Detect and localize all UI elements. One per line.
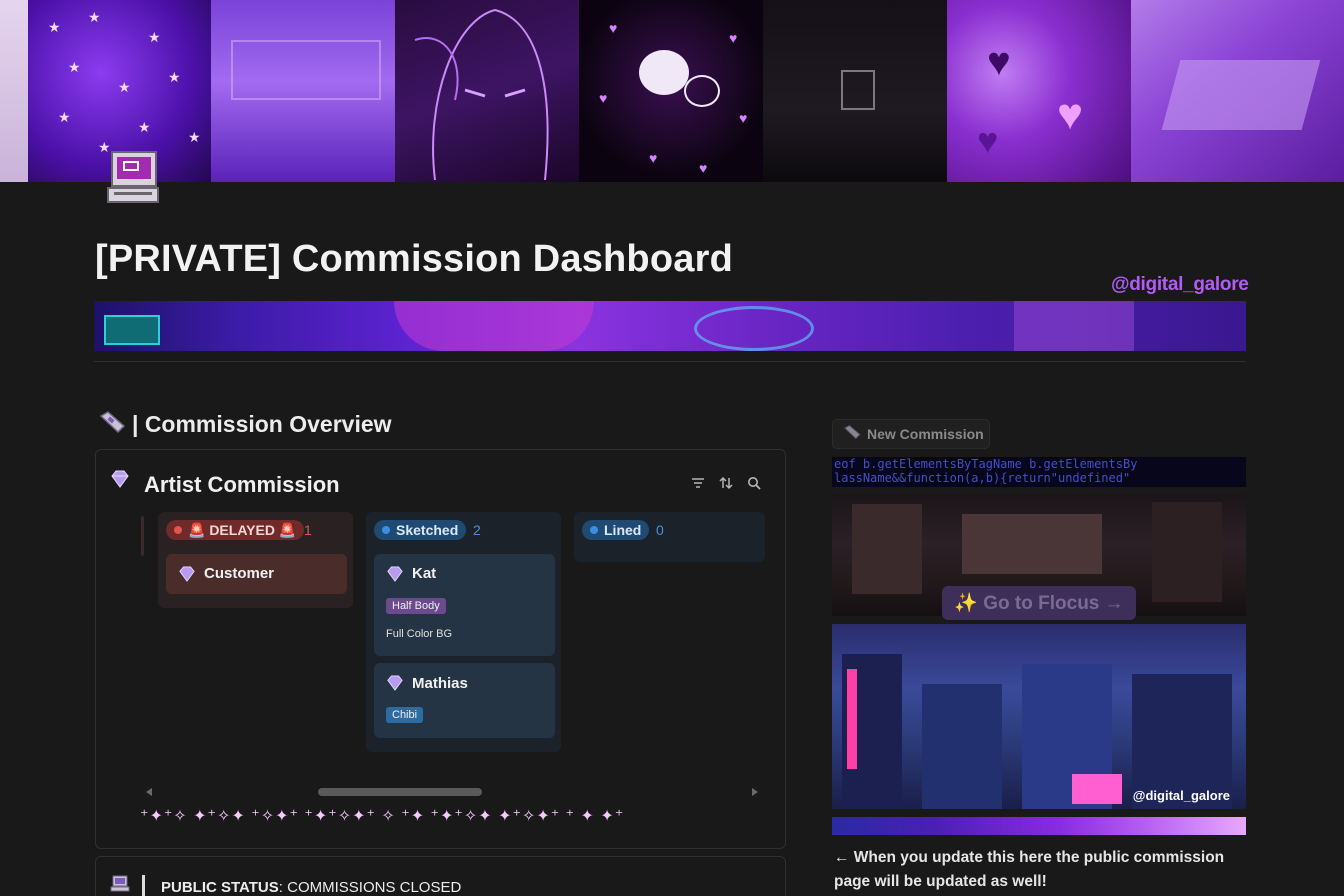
status-dot xyxy=(590,526,598,534)
phone-icon xyxy=(98,410,126,439)
filter-icon[interactable] xyxy=(691,476,705,490)
cover-panel: ♥ ♥ ♥ xyxy=(947,0,1131,182)
column-label-text: Sketched xyxy=(396,522,459,538)
column-count: 2 xyxy=(473,522,481,538)
sparkle-divider: ⁺✦⁺✧ ✦⁺✧✦ ⁺✧✦⁺ ⁺✦⁺✧✦⁺ ✧ ⁺✦ ⁺✦⁺✧✦ ✦⁺✧✦⁺ ⁺… xyxy=(140,808,625,825)
scroll-left-arrow[interactable] xyxy=(146,788,152,796)
status-label: PUBLIC STATUS xyxy=(161,879,279,896)
callout-bar xyxy=(142,875,145,896)
gem-icon xyxy=(178,566,196,587)
board-column-delayed: 🚨 DELAYED 🚨 1 Customer xyxy=(158,512,353,608)
cover-panel: ♥ ♥ ♥ ♥ ♥ ♥ xyxy=(579,0,763,182)
board-toolbar xyxy=(691,476,761,490)
cover-panel xyxy=(395,0,579,182)
board-card[interactable]: Kat Half Body Full Color BG xyxy=(374,554,555,656)
image-watermark: @digital_galore xyxy=(1132,788,1230,803)
go-to-flocus-button[interactable]: ✨ Go to Flocus → xyxy=(942,586,1136,620)
update-note: ← When you update this here the public c… xyxy=(834,849,1225,890)
search-icon[interactable] xyxy=(747,476,761,490)
code-line: eof b.getElementsByTagName b.getElements… xyxy=(834,457,1138,471)
column-count: 1 xyxy=(304,522,312,538)
public-status-callout: PUBLIC STATUS: COMMISSIONS CLOSED xyxy=(95,856,786,896)
gem-icon xyxy=(386,566,404,587)
section-heading: | Commission Overview xyxy=(98,410,392,439)
cover-panel xyxy=(1131,0,1344,182)
cyberpunk-city-image: @digital_galore xyxy=(832,624,1246,809)
board-title: Artist Commission xyxy=(144,472,340,497)
card-tag: Chibi xyxy=(386,707,424,723)
column-label[interactable]: Sketched xyxy=(374,520,467,540)
card-note: Full Color BG xyxy=(386,628,453,640)
cover-banner: ★ ★ ★ ★ ★ ★ ★ ★ ★ ★ ♥ ♥ ♥ ♥ ♥ ♥ ♥ ♥ ♥ xyxy=(0,0,1344,182)
column-label[interactable]: Lined xyxy=(582,520,650,540)
card-title: Mathias xyxy=(412,675,468,692)
code-line: lassName&&function(a,b){return"undefined… xyxy=(834,471,1131,485)
column-label-text: Lined xyxy=(604,522,642,538)
status-value: : COMMISSIONS CLOSED xyxy=(278,879,462,896)
horizontal-scrollbar[interactable] xyxy=(318,788,482,796)
column-label-text: 🚨 DELAYED 🚨 xyxy=(188,521,297,538)
cover-panel xyxy=(0,0,28,182)
code-banner: eof b.getElementsByTagName b.getElements… xyxy=(832,457,1246,487)
glitter-strip xyxy=(832,817,1246,835)
computer-icon xyxy=(110,875,132,896)
gem-icon xyxy=(110,470,130,493)
new-commission-label: New Commission xyxy=(867,426,984,442)
retro-computer-icon xyxy=(104,150,162,206)
sort-icon[interactable] xyxy=(719,476,733,490)
divider xyxy=(94,361,1246,362)
section-title: | Commission Overview xyxy=(132,411,392,437)
hidden-column-edge xyxy=(141,516,144,556)
board-column-sketched: Sketched 2 Kat Half Body Full Color BG M… xyxy=(366,512,561,752)
card-title: Customer xyxy=(204,565,275,582)
board-column-lined: Lined 0 xyxy=(574,512,765,562)
card-tag: Half Body xyxy=(386,598,446,614)
column-count: 0 xyxy=(656,522,664,538)
card-title: Kat xyxy=(412,565,437,582)
phone-icon xyxy=(843,424,861,445)
board-card[interactable]: Mathias Chibi xyxy=(374,663,555,738)
cover-panel xyxy=(763,0,947,182)
board-card[interactable]: Customer xyxy=(166,554,347,594)
pixel-art-strip xyxy=(94,301,1246,351)
artist-handle: @digital_galore xyxy=(1111,274,1249,295)
new-commission-button[interactable]: New Commission xyxy=(832,419,990,449)
public-status-text: PUBLIC STATUS: COMMISSIONS CLOSED xyxy=(161,879,461,896)
scroll-right-arrow[interactable] xyxy=(752,788,758,796)
gem-icon xyxy=(386,675,404,696)
status-dot xyxy=(382,526,390,534)
status-dot xyxy=(174,526,182,534)
column-label[interactable]: 🚨 DELAYED 🚨 xyxy=(166,520,305,540)
page-title: [PRIVATE] Commission Dashboard xyxy=(95,238,733,280)
board-view: Artist Commission 🚨 DELAYED 🚨 1 Customer xyxy=(95,449,786,849)
cover-panel xyxy=(211,0,395,182)
